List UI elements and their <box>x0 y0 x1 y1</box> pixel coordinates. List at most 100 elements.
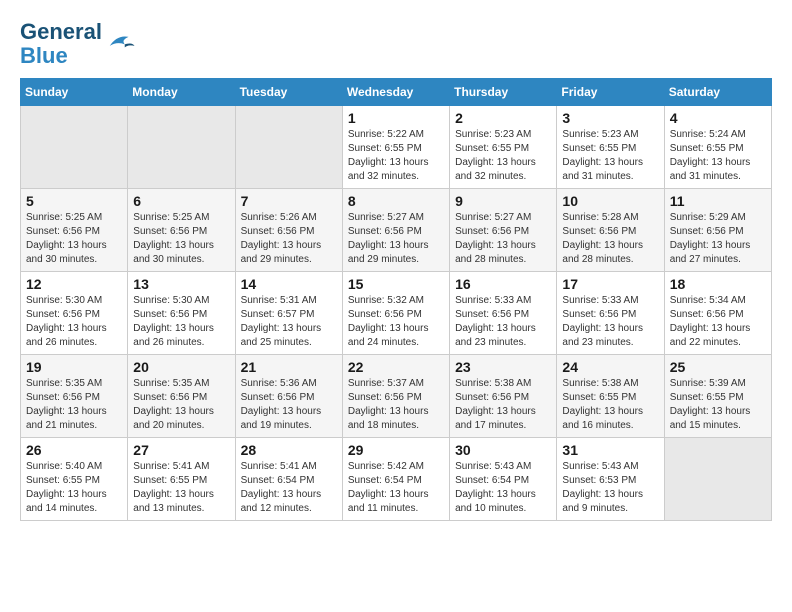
day-info: Sunrise: 5:38 AM Sunset: 6:56 PM Dayligh… <box>455 377 551 433</box>
calendar-week-row: 1Sunrise: 5:22 AM Sunset: 6:55 PM Daylig… <box>21 106 772 189</box>
calendar-header-row: SundayMondayTuesdayWednesdayThursdayFrid… <box>21 79 772 106</box>
calendar-cell: 25 Sunrise: 5:39 AM Sunset: 6:55 PM Dayli… <box>664 355 771 438</box>
calendar-cell: 20 Sunrise: 5:35 AM Sunset: 6:56 PM Dayli… <box>128 355 235 438</box>
calendar-cell: 17 Sunrise: 5:33 AM Sunset: 6:56 PM Dayli… <box>557 272 664 355</box>
calendar-cell: 27Sunrise: 5:41 AM Sunset: 6:55 PM Dayli… <box>128 438 235 521</box>
day-info: Sunrise: 5:35 AM Sunset: 6:56 PM Dayligh… <box>133 377 229 433</box>
day-number: 21 <box>241 359 337 375</box>
day-info: Sunrise: 5:28 AM Sunset: 6:56 PM Dayligh… <box>562 211 658 267</box>
calendar-cell: 19Sunrise: 5:35 AM Sunset: 6:56 PM Dayli… <box>21 355 128 438</box>
day-info: Sunrise: 5:40 AM Sunset: 6:55 PM Dayligh… <box>26 460 122 516</box>
day-number: 8 <box>348 193 444 209</box>
calendar-week-row: 19Sunrise: 5:35 AM Sunset: 6:56 PM Dayli… <box>21 355 772 438</box>
day-number: 31 <box>562 442 658 458</box>
day-header-thursday: Thursday <box>450 79 557 106</box>
day-number: 2 <box>455 110 551 126</box>
day-number: 23 <box>455 359 551 375</box>
day-number: 7 <box>241 193 337 209</box>
calendar-table: SundayMondayTuesdayWednesdayThursdayFrid… <box>20 78 772 521</box>
day-number: 24 <box>562 359 658 375</box>
day-info: Sunrise: 5:33 AM Sunset: 6:56 PM Dayligh… <box>455 294 551 350</box>
calendar-cell: 21 Sunrise: 5:36 AM Sunset: 6:56 PM Dayli… <box>235 355 342 438</box>
day-info: Sunrise: 5:36 AM Sunset: 6:56 PM Dayligh… <box>241 377 337 433</box>
day-info: Sunrise: 5:27 AM Sunset: 6:56 PM Dayligh… <box>455 211 551 267</box>
calendar-cell: 30 Sunrise: 5:43 AM Sunset: 6:54 PM Dayli… <box>450 438 557 521</box>
logo-bird-icon <box>106 30 136 58</box>
day-info: Sunrise: 5:25 AM Sunset: 6:56 PM Dayligh… <box>133 211 229 267</box>
calendar-cell: 8 Sunrise: 5:27 AM Sunset: 6:56 PM Daylig… <box>342 189 449 272</box>
day-header-monday: Monday <box>128 79 235 106</box>
day-info: Sunrise: 5:38 AM Sunset: 6:55 PM Dayligh… <box>562 377 658 433</box>
calendar-cell: 28 Sunrise: 5:41 AM Sunset: 6:54 PM Dayli… <box>235 438 342 521</box>
day-number: 22 <box>348 359 444 375</box>
calendar-cell: 5 Sunrise: 5:25 AM Sunset: 6:56 PM Daylig… <box>21 189 128 272</box>
calendar-cell: 6 Sunrise: 5:25 AM Sunset: 6:56 PM Daylig… <box>128 189 235 272</box>
calendar-cell: 31 Sunrise: 5:43 AM Sunset: 6:53 PM Dayli… <box>557 438 664 521</box>
day-number: 20 <box>133 359 229 375</box>
calendar-cell <box>664 438 771 521</box>
day-info: Sunrise: 5:35 AM Sunset: 6:56 PM Dayligh… <box>26 377 122 433</box>
day-info: Sunrise: 5:30 AM Sunset: 6:56 PM Dayligh… <box>133 294 229 350</box>
day-number: 29 <box>348 442 444 458</box>
calendar-cell: 15 Sunrise: 5:32 AM Sunset: 6:56 PM Dayli… <box>342 272 449 355</box>
calendar-cell: 22 Sunrise: 5:37 AM Sunset: 6:56 PM Dayli… <box>342 355 449 438</box>
day-number: 27 <box>133 442 229 458</box>
day-header-saturday: Saturday <box>664 79 771 106</box>
day-number: 25 <box>670 359 766 375</box>
day-header-sunday: Sunday <box>21 79 128 106</box>
day-info: Sunrise: 5:34 AM Sunset: 6:56 PM Dayligh… <box>670 294 766 350</box>
calendar-cell: 13Sunrise: 5:30 AM Sunset: 6:56 PM Dayli… <box>128 272 235 355</box>
calendar-cell: 1Sunrise: 5:22 AM Sunset: 6:55 PM Daylig… <box>342 106 449 189</box>
calendar-cell <box>235 106 342 189</box>
calendar-cell: 16 Sunrise: 5:33 AM Sunset: 6:56 PM Dayli… <box>450 272 557 355</box>
day-number: 30 <box>455 442 551 458</box>
day-info: Sunrise: 5:41 AM Sunset: 6:54 PM Dayligh… <box>241 460 337 516</box>
calendar-cell: 26Sunrise: 5:40 AM Sunset: 6:55 PM Dayli… <box>21 438 128 521</box>
day-info: Sunrise: 5:23 AM Sunset: 6:55 PM Dayligh… <box>455 128 551 184</box>
calendar-cell: 7Sunrise: 5:26 AM Sunset: 6:56 PM Daylig… <box>235 189 342 272</box>
day-number: 15 <box>348 276 444 292</box>
day-info: Sunrise: 5:43 AM Sunset: 6:54 PM Dayligh… <box>455 460 551 516</box>
day-info: Sunrise: 5:39 AM Sunset: 6:55 PM Dayligh… <box>670 377 766 433</box>
day-info: Sunrise: 5:42 AM Sunset: 6:54 PM Dayligh… <box>348 460 444 516</box>
calendar-cell <box>21 106 128 189</box>
calendar-cell: 9 Sunrise: 5:27 AM Sunset: 6:56 PM Daylig… <box>450 189 557 272</box>
day-number: 10 <box>562 193 658 209</box>
logo-text: GeneralBlue <box>20 20 102 68</box>
day-number: 6 <box>133 193 229 209</box>
day-number: 28 <box>241 442 337 458</box>
calendar-cell: 11 Sunrise: 5:29 AM Sunset: 6:56 PM Dayli… <box>664 189 771 272</box>
day-info: Sunrise: 5:22 AM Sunset: 6:55 PM Dayligh… <box>348 128 444 184</box>
calendar-week-row: 26Sunrise: 5:40 AM Sunset: 6:55 PM Dayli… <box>21 438 772 521</box>
day-number: 18 <box>670 276 766 292</box>
day-info: Sunrise: 5:32 AM Sunset: 6:56 PM Dayligh… <box>348 294 444 350</box>
day-number: 12 <box>26 276 122 292</box>
calendar-cell: 2 Sunrise: 5:23 AM Sunset: 6:55 PM Daylig… <box>450 106 557 189</box>
day-info: Sunrise: 5:23 AM Sunset: 6:55 PM Dayligh… <box>562 128 658 184</box>
calendar-cell: 4 Sunrise: 5:24 AM Sunset: 6:55 PM Daylig… <box>664 106 771 189</box>
calendar-cell: 18 Sunrise: 5:34 AM Sunset: 6:56 PM Dayli… <box>664 272 771 355</box>
day-number: 16 <box>455 276 551 292</box>
calendar-week-row: 5 Sunrise: 5:25 AM Sunset: 6:56 PM Daylig… <box>21 189 772 272</box>
day-info: Sunrise: 5:33 AM Sunset: 6:56 PM Dayligh… <box>562 294 658 350</box>
day-number: 5 <box>26 193 122 209</box>
calendar-cell: 29 Sunrise: 5:42 AM Sunset: 6:54 PM Dayli… <box>342 438 449 521</box>
day-number: 9 <box>455 193 551 209</box>
day-number: 4 <box>670 110 766 126</box>
day-number: 17 <box>562 276 658 292</box>
day-info: Sunrise: 5:25 AM Sunset: 6:56 PM Dayligh… <box>26 211 122 267</box>
day-number: 11 <box>670 193 766 209</box>
calendar-cell: 3Sunrise: 5:23 AM Sunset: 6:55 PM Daylig… <box>557 106 664 189</box>
calendar-cell: 14Sunrise: 5:31 AM Sunset: 6:57 PM Dayli… <box>235 272 342 355</box>
day-info: Sunrise: 5:29 AM Sunset: 6:56 PM Dayligh… <box>670 211 766 267</box>
day-number: 14 <box>241 276 337 292</box>
calendar-cell: 10 Sunrise: 5:28 AM Sunset: 6:56 PM Dayli… <box>557 189 664 272</box>
day-info: Sunrise: 5:43 AM Sunset: 6:53 PM Dayligh… <box>562 460 658 516</box>
day-info: Sunrise: 5:27 AM Sunset: 6:56 PM Dayligh… <box>348 211 444 267</box>
calendar-cell: 24 Sunrise: 5:38 AM Sunset: 6:55 PM Dayli… <box>557 355 664 438</box>
calendar-week-row: 12 Sunrise: 5:30 AM Sunset: 6:56 PM Dayli… <box>21 272 772 355</box>
day-info: Sunrise: 5:37 AM Sunset: 6:56 PM Dayligh… <box>348 377 444 433</box>
calendar-cell: 23 Sunrise: 5:38 AM Sunset: 6:56 PM Dayli… <box>450 355 557 438</box>
day-info: Sunrise: 5:24 AM Sunset: 6:55 PM Dayligh… <box>670 128 766 184</box>
logo: GeneralBlue <box>20 20 136 68</box>
